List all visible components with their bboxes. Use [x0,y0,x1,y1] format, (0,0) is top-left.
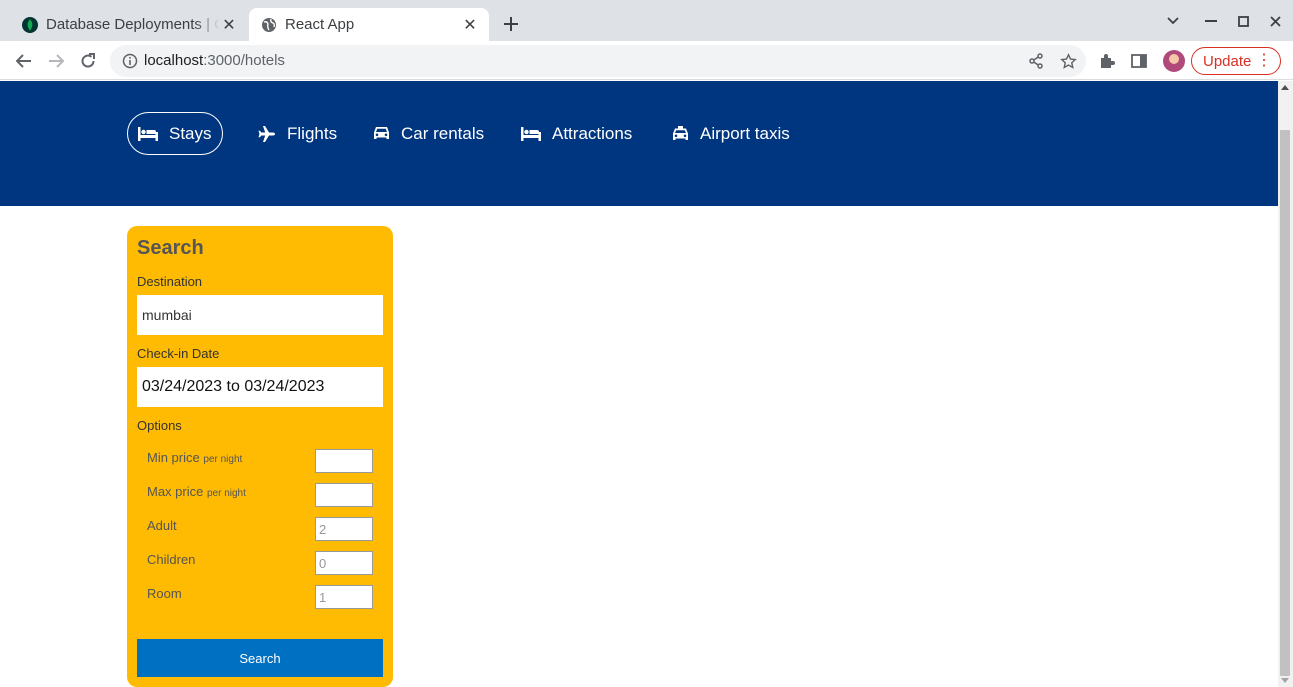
taxi-icon [673,125,688,140]
adult-label: Adult [147,518,177,533]
page-scrollbar[interactable] [1278,81,1293,687]
search-panel: Search Destination Check-in Date 03/24/2… [127,226,393,687]
update-label: Update [1203,52,1252,70]
scroll-up-arrow-icon[interactable] [1281,85,1289,90]
browser-tab-react-app[interactable]: React App ✕ [249,8,489,41]
tab-title: Database Deployments | Cloud: MongoDB Cl… [46,16,220,33]
page-viewport: Stays Flights Car rentals Attractions Ai… [0,81,1278,687]
destination-input[interactable] [137,295,383,335]
update-button[interactable]: Update ⋮ [1191,47,1281,75]
forward-arrow-icon[interactable] [46,51,66,71]
close-window-icon[interactable] [1265,11,1285,31]
url-path: :3000/hotels [203,52,285,69]
plane-icon [258,125,275,142]
nav-item-airport-taxis[interactable]: Airport taxis [672,112,790,155]
share-icon[interactable] [1026,51,1046,71]
scrollbar-thumb[interactable] [1280,130,1290,676]
option-label-text: Max price [147,484,204,499]
nav-item-flights[interactable]: Flights [258,112,337,155]
mongodb-leaf-icon [22,16,38,33]
car-icon [374,127,389,139]
date-range-picker[interactable]: 03/24/2023 to 03/24/2023 [137,367,383,407]
adult-input[interactable] [315,517,373,541]
room-input[interactable] [315,585,373,609]
globe-icon [261,17,277,33]
nav-label: Airport taxis [700,123,790,143]
nav-item-stays[interactable]: Stays [127,112,223,155]
minimize-icon[interactable] [1201,11,1221,31]
option-label-text: Min price [147,450,200,465]
back-arrow-icon[interactable] [14,51,34,71]
nav-label: Stays [169,123,212,143]
options-label: Options [137,418,182,433]
nav-label: Car rentals [401,123,485,143]
search-button[interactable]: Search [137,639,383,677]
nav-item-attractions[interactable]: Attractions [521,112,632,155]
url-host: localhost [144,52,204,69]
extensions-puzzle-icon[interactable] [1097,51,1117,71]
nav-label: Flights [287,123,338,143]
children-input[interactable] [315,551,373,575]
profile-avatar[interactable] [1163,50,1185,72]
max-price-label: Max price per night [147,484,246,499]
reload-icon[interactable] [78,51,98,71]
site-info-icon[interactable] [122,53,138,69]
bookmark-star-icon[interactable] [1058,51,1078,71]
checkin-date-label: Check-in Date [137,346,220,361]
url-text: localhost:3000/hotels [144,52,285,69]
min-price-label: Min price per night [147,450,242,465]
date-range-text: 03/24/2023 to 03/24/2023 [142,378,325,395]
bed-icon [138,126,158,141]
new-tab-plus-icon[interactable] [500,13,522,35]
min-price-input[interactable] [315,449,373,473]
search-title: Search [137,237,204,259]
browser-tab-strip: Database Deployments | Cloud: MongoDB Cl… [0,0,1293,41]
nav-item-car-rentals[interactable]: Car rentals [373,112,484,155]
side-panel-icon[interactable] [1129,51,1149,71]
destination-label: Destination [137,274,203,289]
more-vert-icon[interactable]: ⋮ [1256,52,1272,70]
close-tab-icon[interactable]: ✕ [220,16,238,34]
option-suffix: per night [206,488,246,499]
tab-search-chevron-icon[interactable] [1163,11,1183,31]
maximize-icon[interactable] [1233,11,1253,31]
address-bar[interactable]: localhost:3000/hotels [110,45,1086,77]
option-suffix: per night [203,454,243,465]
children-label: Children [147,552,196,567]
close-tab-icon[interactable]: ✕ [461,16,479,34]
max-price-input[interactable] [315,483,373,507]
site-header: Stays Flights Car rentals Attractions Ai… [0,81,1278,206]
nav-label: Attractions [552,123,633,143]
scroll-down-arrow-icon[interactable] [1281,678,1289,683]
browser-toolbar: localhost:3000/hotels Update ⋮ [0,41,1293,80]
tab-title: React App [285,16,355,33]
room-label: Room [147,586,182,601]
bed-icon [521,126,541,141]
browser-tab-mongodb[interactable]: Database Deployments | Cloud: MongoDB Cl… [0,8,248,41]
